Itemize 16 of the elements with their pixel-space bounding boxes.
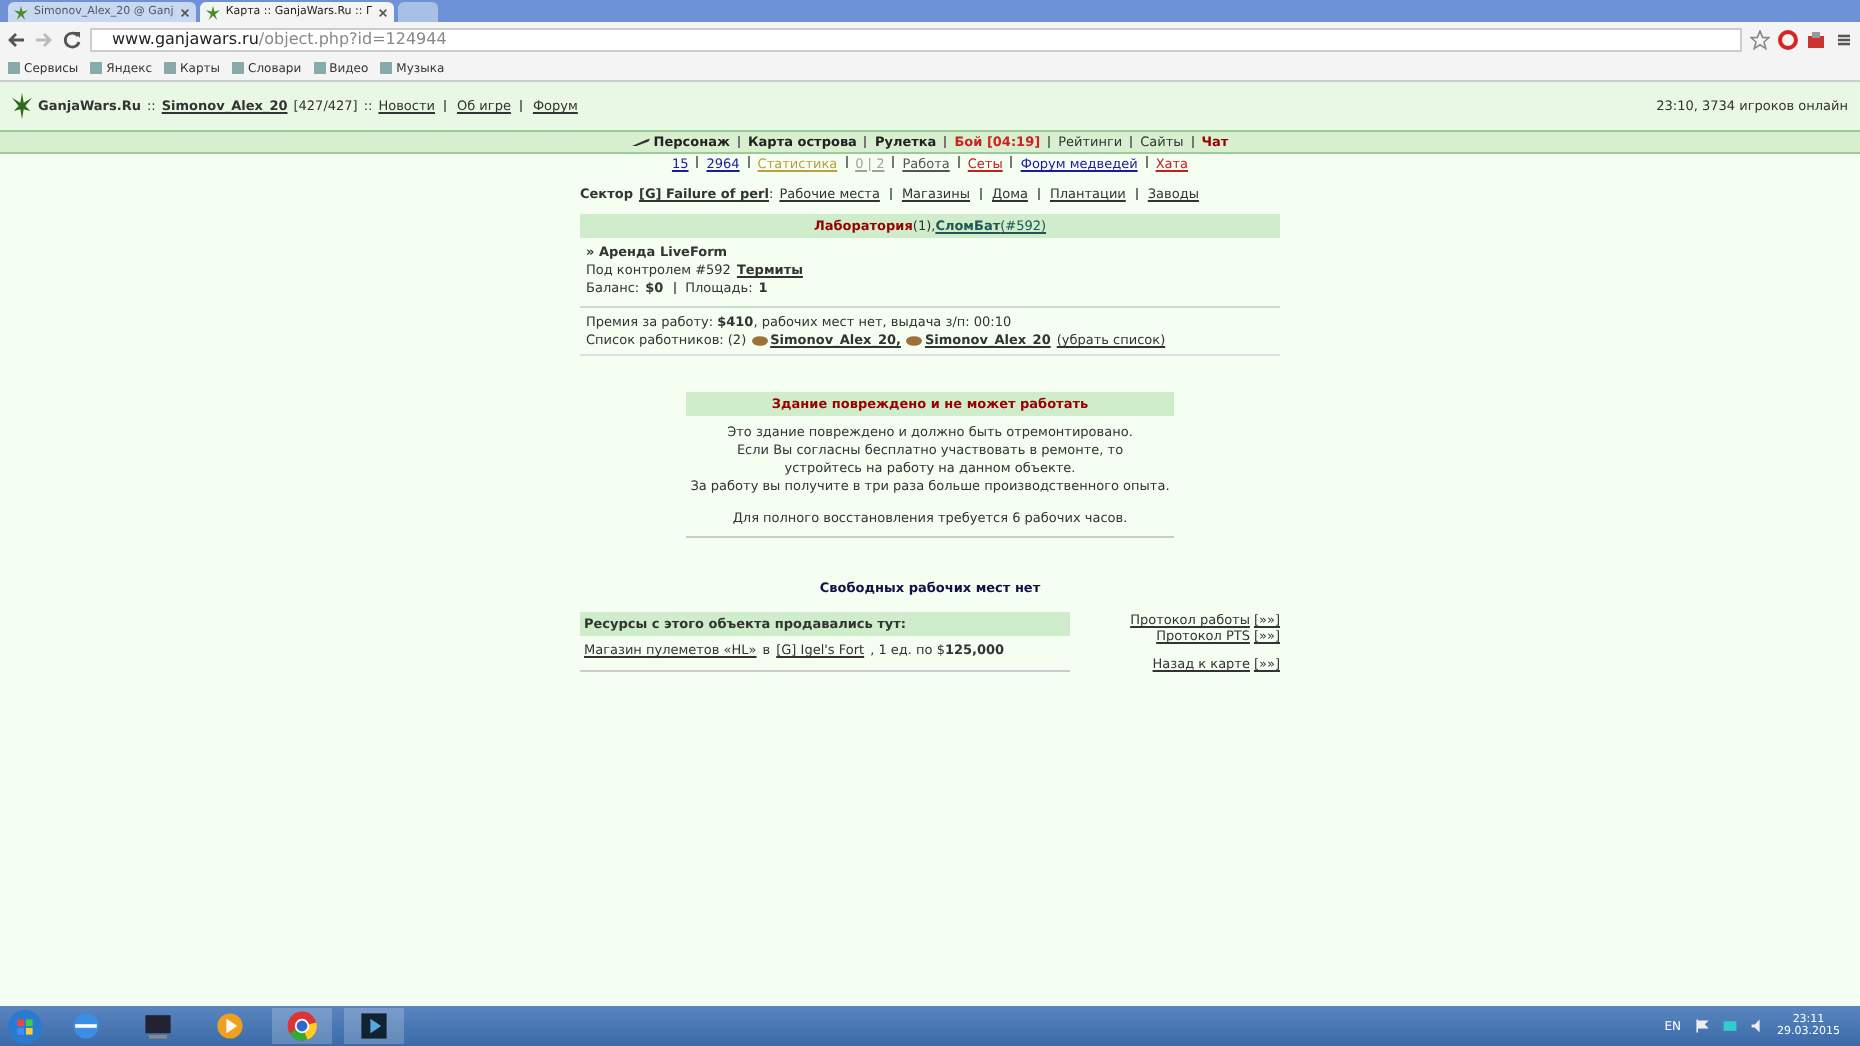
address-field[interactable]: www.ganjawars.ru/object.php?id=124944: [90, 27, 1742, 51]
close-icon[interactable]: [179, 7, 190, 17]
speaker-icon[interactable]: [1749, 1018, 1765, 1034]
extension-icon[interactable]: [1806, 29, 1826, 49]
start-button[interactable]: [6, 1007, 44, 1045]
network-icon[interactable]: [1721, 1018, 1737, 1034]
close-icon[interactable]: [378, 7, 389, 17]
chrome-icon[interactable]: [272, 1008, 332, 1044]
menu-icon[interactable]: [1834, 29, 1854, 49]
opera-icon[interactable]: [1778, 29, 1798, 49]
reload-icon[interactable]: [62, 29, 82, 49]
star-icon[interactable]: [1750, 29, 1770, 49]
flag-icon[interactable]: [1693, 1018, 1709, 1034]
back-icon[interactable]: [6, 29, 26, 49]
media-player-icon[interactable]: [344, 1008, 404, 1044]
rifle-icon: [631, 137, 650, 147]
